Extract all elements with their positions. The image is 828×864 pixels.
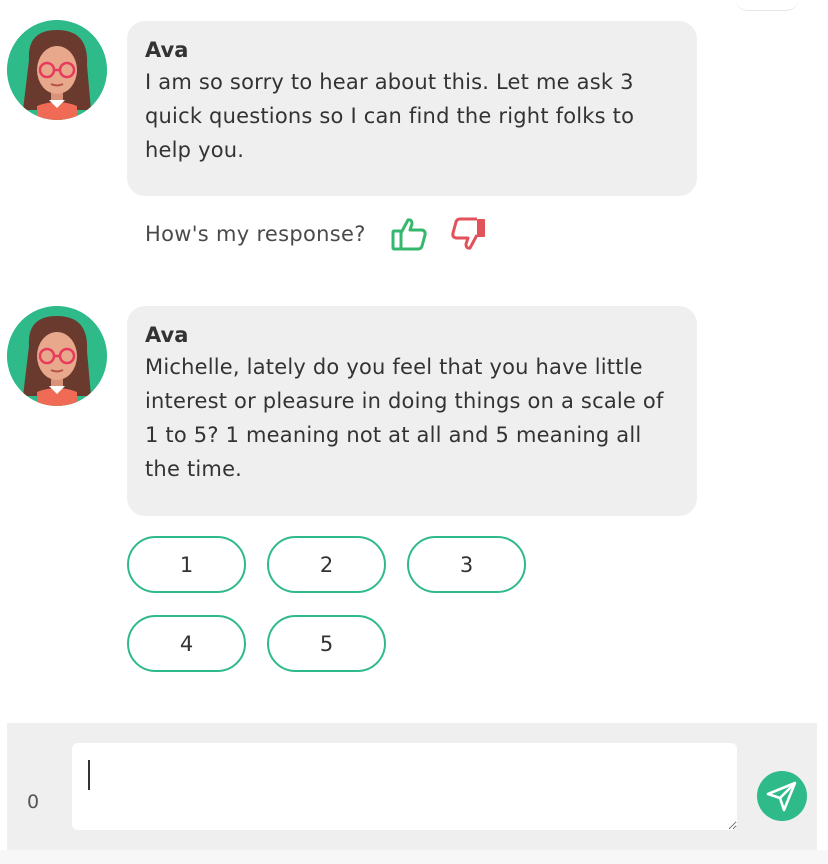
choice-button-3[interactable]: 3: [407, 536, 526, 593]
thumbs-down-icon[interactable]: [448, 214, 488, 254]
thumbs-up-icon[interactable]: [390, 214, 430, 254]
sender-name: Ava: [145, 38, 189, 62]
send-button[interactable]: [757, 771, 807, 821]
scroll-edge-decoration: [735, 0, 799, 11]
text-caret: [88, 760, 90, 790]
chat-window: Ava I am so sorry to hear about this. Le…: [0, 0, 828, 864]
response-feedback: How's my response?: [145, 212, 488, 256]
avatar: [7, 20, 107, 120]
character-counter: 0: [27, 791, 40, 813]
choice-button-2[interactable]: 2: [267, 536, 386, 593]
message-bubble: Ava Michelle, lately do you feel that yo…: [127, 306, 697, 516]
choice-button-4[interactable]: 4: [127, 615, 246, 672]
message-text: Michelle, lately do you feel that you ha…: [145, 355, 664, 481]
message-text: I am so sorry to hear about this. Let me…: [145, 70, 635, 162]
bottom-bar: [0, 850, 828, 864]
ava-avatar-icon: [7, 20, 107, 120]
message-input[interactable]: [72, 743, 737, 830]
message-bubble: Ava I am so sorry to hear about this. Le…: [127, 21, 697, 196]
sender-name: Ava: [145, 323, 189, 347]
message-composer: 0: [7, 723, 817, 850]
avatar: [7, 306, 107, 406]
send-icon: [766, 781, 797, 812]
choice-button-1[interactable]: 1: [127, 536, 246, 593]
feedback-label: How's my response?: [145, 222, 366, 246]
choice-button-5[interactable]: 5: [267, 615, 386, 672]
ava-avatar-icon: [7, 306, 107, 406]
